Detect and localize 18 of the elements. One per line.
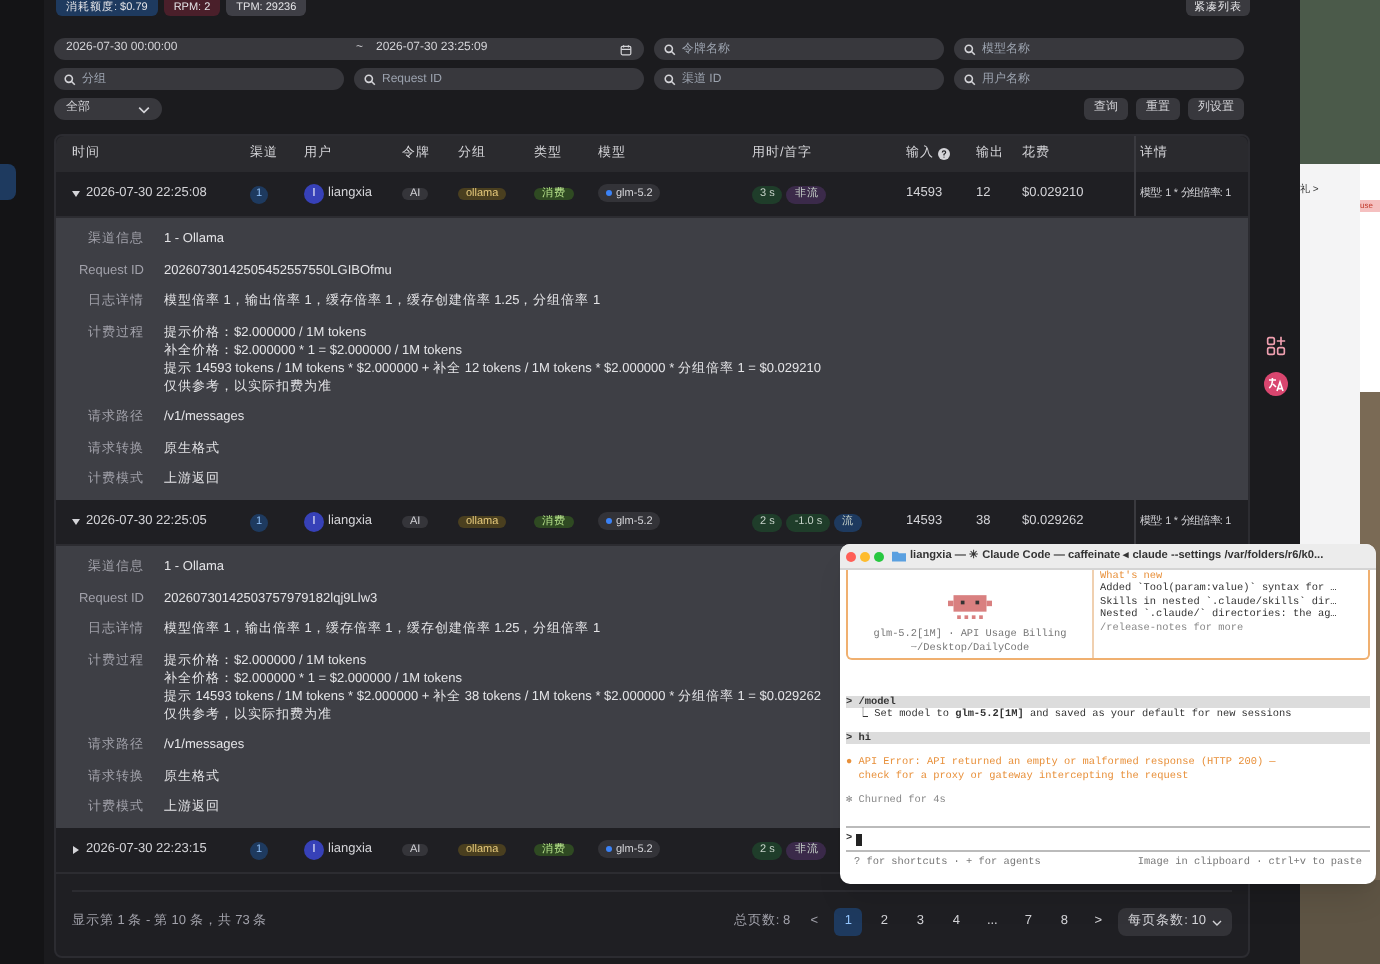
search-icon bbox=[964, 73, 976, 85]
cursor bbox=[856, 833, 863, 846]
search-icon bbox=[64, 73, 76, 85]
apps-add-icon[interactable] bbox=[1265, 336, 1285, 356]
chevron-down-icon bbox=[1212, 919, 1222, 925]
caret-right-icon[interactable] bbox=[72, 846, 80, 854]
translate-icon[interactable] bbox=[1263, 372, 1287, 396]
search-icon bbox=[664, 43, 676, 55]
caret-down-icon[interactable] bbox=[72, 518, 80, 526]
caret-down-icon[interactable] bbox=[72, 190, 80, 198]
search-icon bbox=[664, 73, 676, 85]
mascot-icon bbox=[948, 594, 992, 623]
close-button[interactable] bbox=[846, 551, 856, 561]
search-icon bbox=[964, 43, 976, 55]
search-icon bbox=[364, 73, 376, 85]
folder-icon bbox=[892, 550, 906, 562]
chevron-down-icon bbox=[138, 105, 150, 113]
calendar-icon bbox=[620, 43, 632, 55]
